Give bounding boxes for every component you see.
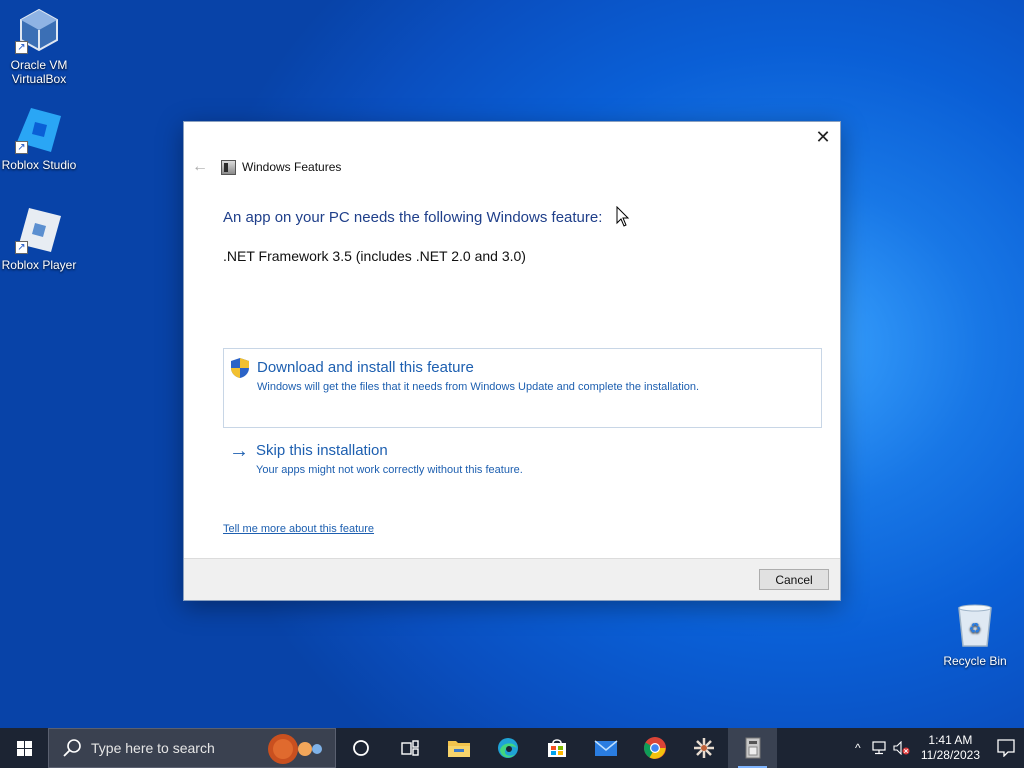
skip-installation-option[interactable]: → Skip this installation Your apps might…	[223, 438, 822, 482]
skip-option-title: Skip this installation	[256, 442, 388, 459]
shortcut-arrow-icon: ↗	[15, 241, 28, 254]
pinwheel-app-button[interactable]	[679, 728, 728, 768]
taskbar-search-box[interactable]: Type here to search	[48, 728, 336, 768]
desktop-icon-virtualbox[interactable]: ↗ Oracle VM VirtualBox	[0, 6, 79, 86]
notification-icon	[997, 739, 1015, 757]
close-icon: ✕	[815, 126, 831, 147]
shortcut-arrow-icon: ↗	[15, 141, 28, 154]
mail-icon	[594, 740, 617, 756]
task-view-button[interactable]	[385, 728, 434, 768]
chrome-icon	[643, 737, 666, 759]
network-icon	[872, 741, 886, 755]
dialog-title: Windows Features	[242, 160, 342, 174]
desktop-icon-recycle-bin[interactable]: ♻ Recycle Bin	[935, 602, 1015, 668]
virtualbox-icon: ↗	[15, 6, 63, 54]
arrow-right-icon: →	[229, 440, 249, 462]
folder-icon	[447, 741, 470, 757]
chrome-button[interactable]	[630, 728, 679, 768]
shortcut-arrow-icon: ↗	[15, 41, 28, 54]
file-explorer-button[interactable]	[434, 728, 483, 768]
back-button[interactable]: ←	[192, 158, 212, 176]
taskbar-clock[interactable]: 1:41 AM 11/28/2023	[913, 733, 988, 763]
mouse-cursor-icon	[616, 206, 630, 227]
chevron-up-icon: ^	[855, 741, 861, 755]
system-tray: ^ 1:41 AM 11/28/2023	[847, 728, 1024, 768]
download-install-option[interactable]: Download and install this feature Window…	[223, 348, 822, 428]
close-button[interactable]: ✕	[806, 122, 840, 152]
recycle-bin-icon: ♻	[951, 602, 999, 650]
edge-button[interactable]	[483, 728, 532, 768]
dialog-footer: Cancel	[184, 558, 840, 600]
roblox-player-icon: ↗	[15, 206, 63, 254]
clock-time: 1:41 AM	[928, 733, 973, 747]
download-option-subtitle: Windows will get the files that it needs…	[257, 381, 700, 393]
desktop-icon-label: Roblox Player	[1, 258, 77, 272]
store-icon	[547, 739, 566, 757]
dialog-heading: An app on your PC needs the following Wi…	[223, 209, 603, 226]
store-button[interactable]	[532, 728, 581, 768]
taskbar: Type here to search ^ 1:41 AM 11/28/2023	[0, 728, 1024, 768]
notification-center-button[interactable]	[988, 739, 1024, 757]
windows-features-icon	[221, 160, 236, 175]
cancel-button[interactable]: Cancel	[759, 569, 829, 590]
desktop-icon-label: Oracle VM VirtualBox	[10, 58, 68, 86]
clock-date: 11/28/2023	[920, 748, 980, 762]
edge-icon	[497, 738, 518, 758]
search-placeholder: Type here to search	[91, 740, 215, 756]
search-icon	[63, 739, 81, 757]
roblox-studio-icon: ↗	[15, 106, 63, 154]
volume-muted-icon	[893, 741, 910, 755]
feature-name: .NET Framework 3.5 (includes .NET 2.0 an…	[223, 248, 526, 264]
desktop-icon-roblox-studio[interactable]: ↗ Roblox Studio	[0, 106, 79, 172]
start-button[interactable]	[0, 728, 48, 768]
uac-shield-icon	[231, 358, 249, 378]
volume-button[interactable]	[891, 741, 913, 755]
show-hidden-icons-button[interactable]: ^	[847, 741, 869, 755]
download-option-title: Download and install this feature	[257, 359, 474, 376]
skip-option-subtitle: Your apps might not work correctly witho…	[256, 464, 523, 476]
windows-features-dialog: ✕ ← Windows Features An app on your PC n…	[183, 121, 841, 601]
windows-logo-icon	[16, 740, 32, 756]
mail-button[interactable]	[581, 728, 630, 768]
task-view-icon	[400, 740, 419, 756]
tell-me-more-link[interactable]: Tell me more about this feature	[223, 523, 374, 535]
search-highlight-icon	[268, 734, 322, 764]
back-arrow-icon: ←	[192, 158, 208, 175]
network-button[interactable]	[869, 741, 891, 755]
windows-features-taskbar-button[interactable]	[728, 728, 777, 768]
pinwheel-icon	[693, 738, 714, 758]
svg-text:♻: ♻	[969, 621, 982, 637]
desktop-icon-roblox-player[interactable]: ↗ Roblox Player	[0, 206, 79, 272]
windows-features-icon	[745, 737, 760, 759]
desktop-icon-label: Roblox Studio	[1, 158, 77, 172]
cortana-button[interactable]	[336, 728, 385, 768]
desktop-icon-label: Recycle Bin	[943, 654, 1007, 668]
cortana-icon	[352, 740, 369, 756]
